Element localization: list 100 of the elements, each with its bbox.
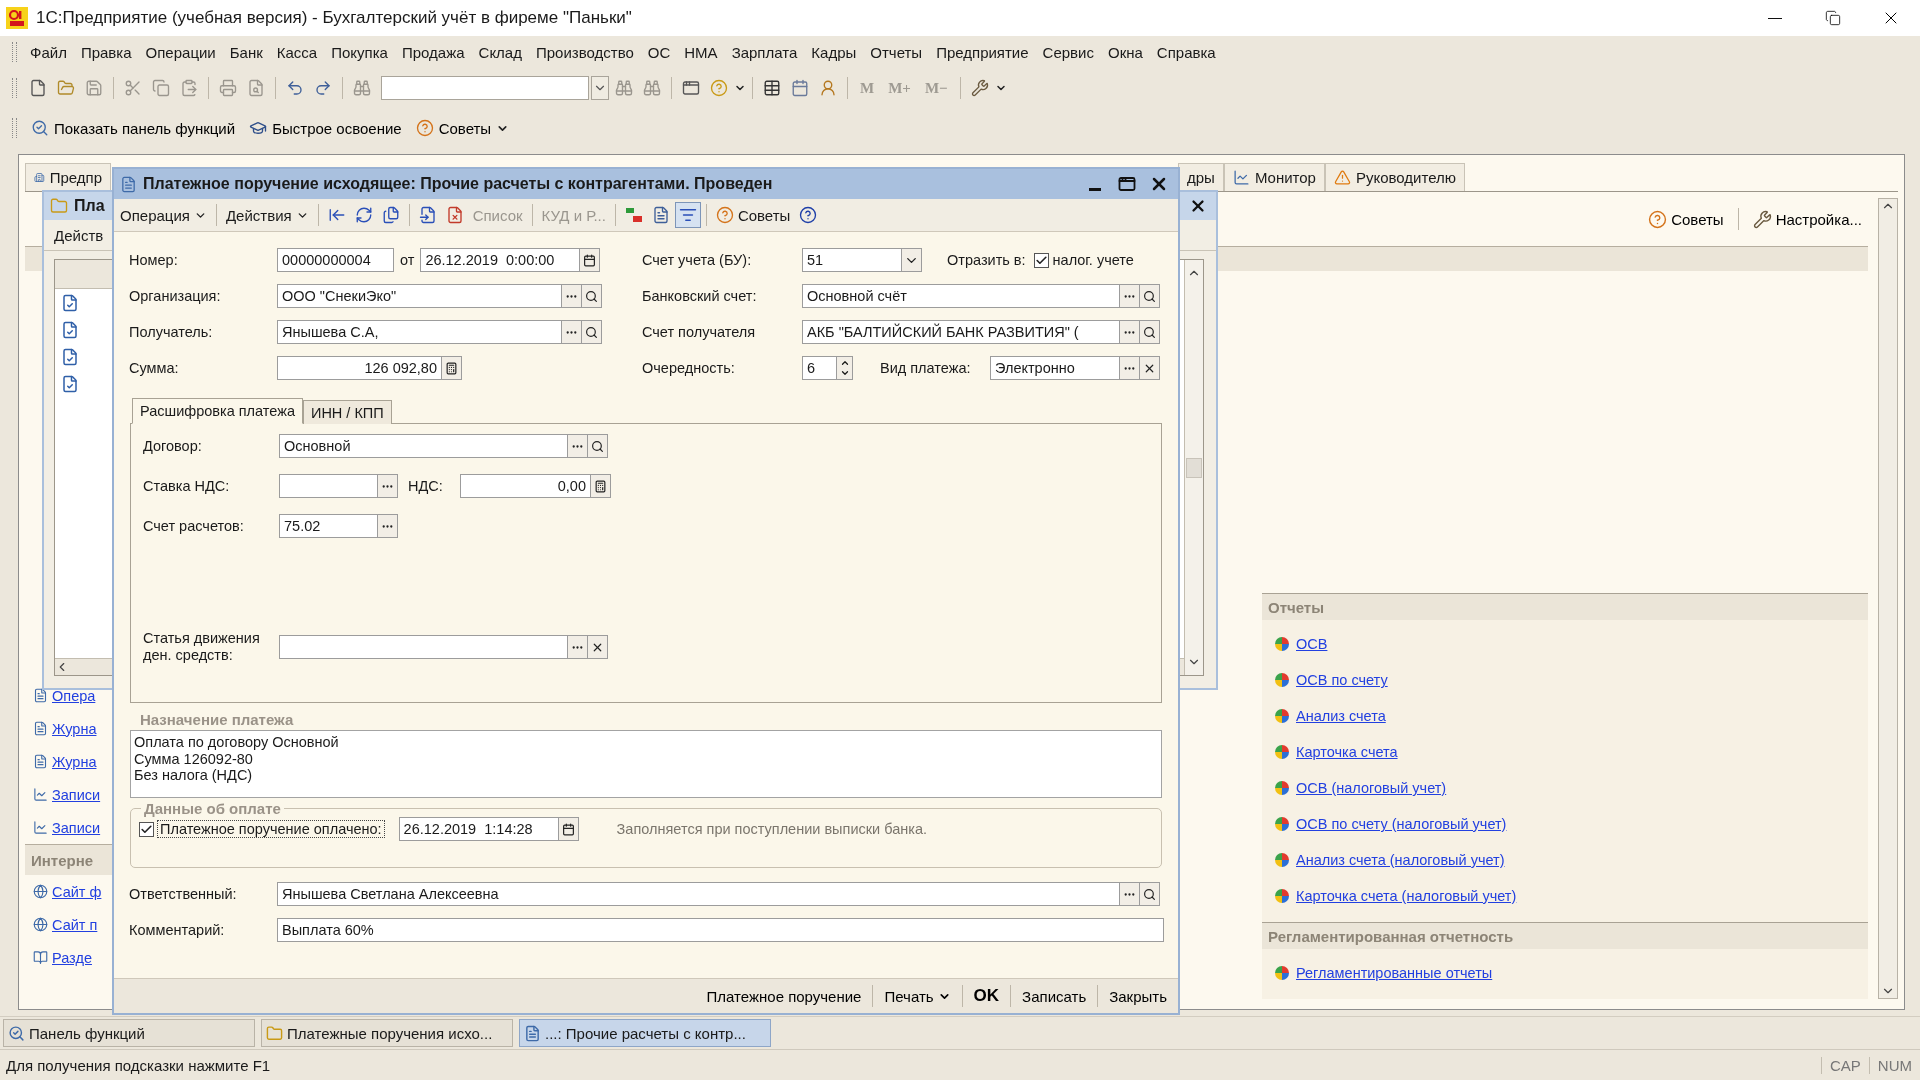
search-button[interactable]	[582, 284, 602, 308]
report-link[interactable]: ОСВ по счету	[1296, 672, 1388, 688]
menu-item[interactable]: Кадры	[804, 41, 864, 63]
comment-field[interactable]: Выплата 60%	[277, 918, 1164, 942]
dropdown-button[interactable]	[902, 248, 922, 272]
ellipsis-button[interactable]	[378, 474, 398, 498]
panel-link[interactable]: Разде	[52, 949, 92, 966]
cash-flow-field[interactable]	[279, 635, 568, 659]
bank-account-field[interactable]: Основной счёт	[802, 284, 1120, 308]
vat-rate-field[interactable]	[279, 474, 378, 498]
payment-type-field[interactable]: Электронно	[990, 356, 1120, 380]
panel-tab[interactable]: Монитор	[1223, 163, 1325, 191]
priority-field[interactable]: 6	[802, 356, 837, 380]
dialog-button[interactable]: Печать	[877, 984, 958, 1008]
ellipsis-button[interactable]	[562, 320, 582, 344]
scroll-thumb[interactable]	[1186, 457, 1202, 478]
tips-button[interactable]: Советы	[711, 202, 795, 228]
ellipsis-button[interactable]	[1120, 356, 1140, 380]
menu-item[interactable]: Окна	[1100, 41, 1150, 63]
ellipsis-button[interactable]	[1120, 882, 1140, 906]
recipient-field[interactable]: Янышева С.А,	[277, 320, 562, 344]
toolbar-button[interactable]: Советы	[409, 116, 516, 140]
report-link[interactable]: ОСВ (налоговый учет)	[1296, 780, 1447, 796]
menu-item[interactable]: ОС	[640, 41, 678, 63]
ellipsis-button[interactable]	[568, 434, 588, 458]
toolbar-button[interactable]: Быстрое освоение	[243, 116, 408, 140]
toolbar-button[interactable]: Показать панель функций	[25, 116, 242, 140]
settings-button[interactable]: Настройка...	[1748, 207, 1866, 231]
window-tab[interactable]: Платежные поручения исхо...	[261, 1019, 513, 1047]
payment-purpose-field[interactable]: Оплата по договору Основной Сумма 126092-80 Без налога (НДС)	[130, 730, 1162, 798]
calculator-button[interactable]	[591, 474, 611, 498]
calendar-button[interactable]	[580, 248, 601, 272]
panel-link[interactable]: Сайт п	[52, 916, 98, 933]
menu-button[interactable]: Операция	[116, 202, 211, 228]
menu-item[interactable]: Файл	[23, 41, 74, 63]
menu-item[interactable]: Продажа	[394, 41, 472, 63]
menu-item[interactable]: Касса	[269, 41, 325, 63]
payment-date-field[interactable]: 26.12.2019 1:14:28	[398, 817, 559, 841]
search-button[interactable]	[1140, 882, 1160, 906]
menu-item[interactable]: Склад	[471, 41, 529, 63]
panel-link[interactable]: Сайт ф	[52, 883, 102, 900]
report-link[interactable]: Карточка счета	[1296, 744, 1398, 760]
panel-link[interactable]: Журна	[52, 753, 97, 770]
tab[interactable]: ИНН / КПП	[302, 400, 392, 424]
window-tab[interactable]: Панель функций	[3, 1019, 255, 1047]
scrollbar[interactable]	[1184, 260, 1203, 675]
contract-field[interactable]: Основной	[279, 434, 568, 458]
search-button[interactable]	[582, 320, 602, 344]
number-field[interactable]: 00000000004	[277, 248, 394, 272]
account-field[interactable]: 51	[802, 248, 902, 272]
ellipsis-button[interactable]	[562, 284, 582, 308]
panel-link[interactable]: Записи	[52, 819, 101, 836]
spinner-button[interactable]	[837, 356, 853, 380]
report-link[interactable]: Анализ счета (налоговый учет)	[1296, 852, 1505, 868]
ellipsis-button[interactable]	[1120, 320, 1140, 344]
calendar-button[interactable]	[558, 817, 579, 841]
panel-link[interactable]: Опера	[52, 687, 96, 704]
tips-button[interactable]: Советы	[1644, 207, 1728, 231]
scrollbar[interactable]	[1878, 198, 1898, 999]
report-link[interactable]: Регламентированные отчеты	[1296, 965, 1493, 981]
menu-item[interactable]: Правка	[73, 41, 139, 63]
search-field[interactable]	[381, 76, 589, 100]
organization-field[interactable]: ООО "СнекиЭко"	[277, 284, 562, 308]
tax-accounting-checkbox[interactable]	[1033, 252, 1049, 268]
report-link[interactable]: ОСВ по счету (налоговый учет)	[1296, 816, 1507, 832]
ellipsis-button[interactable]	[378, 514, 398, 538]
report-link[interactable]: ОСВ	[1296, 636, 1328, 652]
menu-item[interactable]: Отчеты	[863, 41, 930, 63]
date-field[interactable]: 26.12.2019 0:00:00	[420, 248, 581, 272]
panel-tab[interactable]: дры	[1178, 163, 1224, 191]
panel-tab[interactable]: Предпр	[25, 163, 111, 191]
calculator-button[interactable]	[442, 356, 462, 380]
dialog-button[interactable]: Закрыть	[1102, 984, 1174, 1008]
clear-button[interactable]	[588, 635, 608, 659]
paid-checkbox[interactable]	[139, 821, 154, 837]
panel-link[interactable]: Журна	[52, 720, 97, 737]
menu-item[interactable]: Зарплата	[724, 41, 805, 63]
menu-item[interactable]: Справка	[1149, 41, 1223, 63]
panel-link[interactable]: Записи	[52, 786, 101, 803]
menu-button[interactable]: Действ	[50, 222, 108, 248]
tab[interactable]: Расшифровка платежа	[132, 398, 303, 424]
clear-button[interactable]	[1140, 356, 1160, 380]
panel-tab[interactable]: Руководителю	[1324, 163, 1466, 191]
menu-item[interactable]: НМА	[677, 41, 725, 63]
menu-button[interactable]: Действия	[221, 202, 313, 228]
recipient-account-field[interactable]: АКБ "БАЛТИЙСКИЙ БАНК РАЗВИТИЯ" (	[802, 320, 1120, 344]
amount-field[interactable]: 126 092,80	[277, 356, 442, 380]
ellipsis-button[interactable]	[1120, 284, 1140, 308]
menu-item[interactable]: Банк	[222, 41, 270, 63]
vat-field[interactable]: 0,00	[460, 474, 591, 498]
filter-icon[interactable]	[674, 202, 701, 228]
responsible-field[interactable]: Янышева Светлана Алексеевна	[277, 882, 1120, 906]
menu-item[interactable]: Производство	[528, 41, 641, 63]
settlement-account-field[interactable]: 75.02	[279, 514, 378, 538]
report-link[interactable]: Анализ счета	[1296, 708, 1386, 724]
ellipsis-button[interactable]	[568, 635, 588, 659]
menu-item[interactable]: Предприятие	[929, 41, 1036, 63]
menu-item[interactable]: Сервис	[1035, 41, 1101, 63]
menu-item[interactable]: Покупка	[324, 41, 395, 63]
window-tab[interactable]: ...: Прочие расчеты с контр...	[519, 1019, 771, 1047]
